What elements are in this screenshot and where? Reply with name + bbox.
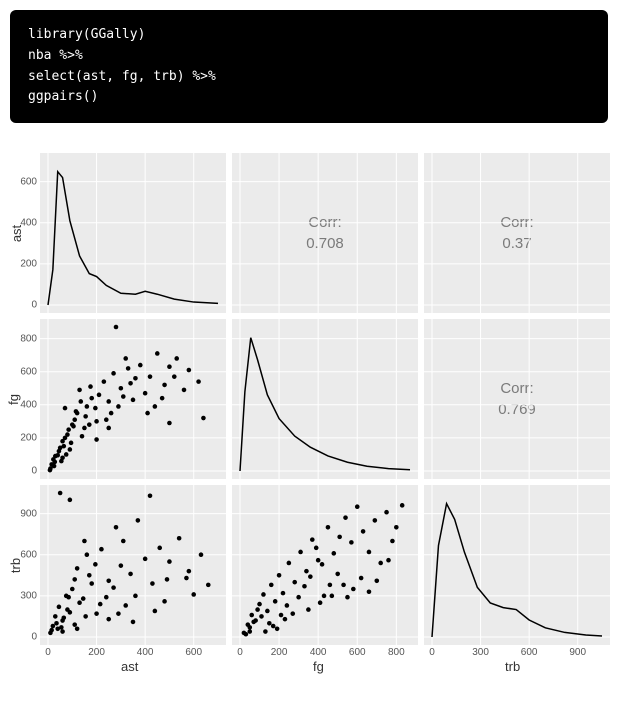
y-tick: 200 bbox=[20, 259, 40, 270]
scatter-cell-fg-vs-ast: 0200400600800 bbox=[40, 319, 226, 479]
ggpairs-plot: 0200400600Corr:0.708Corr:0.3702004006008… bbox=[40, 153, 610, 683]
x-tick: 800 bbox=[388, 645, 405, 658]
corr-label: Corr: bbox=[308, 212, 341, 233]
y-tick: 600 bbox=[20, 366, 40, 377]
y-tick: 0 bbox=[31, 300, 40, 311]
corr-value: 0.708 bbox=[306, 233, 344, 254]
code-line: library(GGally) bbox=[28, 27, 145, 42]
x-tick: 0 bbox=[429, 645, 435, 658]
corr-cell-fg-trb: Corr:0.769 bbox=[424, 319, 610, 479]
y-tick: 600 bbox=[20, 176, 40, 187]
y-tick: 600 bbox=[20, 549, 40, 560]
y-tick: 900 bbox=[20, 508, 40, 519]
corr-label: Corr: bbox=[500, 212, 533, 233]
density-cell-ast: 0200400600 bbox=[40, 153, 226, 313]
scatter-cell-trb-vs-fg: 0200400600800 bbox=[232, 485, 418, 645]
col-label-fg: fg bbox=[313, 659, 324, 674]
col-label-ast: ast bbox=[121, 659, 138, 674]
x-tick: 600 bbox=[185, 645, 202, 658]
code-line: select(ast, fg, trb) %>% bbox=[28, 69, 216, 84]
x-tick: 0 bbox=[45, 645, 51, 658]
corr-label: Corr: bbox=[500, 378, 533, 399]
x-tick: 600 bbox=[349, 645, 366, 658]
x-tick: 200 bbox=[271, 645, 288, 658]
x-tick: 400 bbox=[310, 645, 327, 658]
x-tick: 900 bbox=[569, 645, 586, 658]
row-label-fg: fg bbox=[6, 394, 21, 405]
density-cell-trb: 0300600900 bbox=[424, 485, 610, 645]
x-tick: 0 bbox=[237, 645, 243, 658]
corr-value: 0.37 bbox=[502, 233, 531, 254]
col-label-trb: trb bbox=[505, 659, 520, 674]
y-tick: 300 bbox=[20, 591, 40, 602]
code-block: library(GGally) nba %>% select(ast, fg, … bbox=[10, 10, 608, 123]
x-tick: 400 bbox=[137, 645, 154, 658]
y-tick: 0 bbox=[31, 466, 40, 477]
x-tick: 200 bbox=[88, 645, 105, 658]
row-label-ast: ast bbox=[9, 225, 24, 242]
x-tick: 600 bbox=[521, 645, 538, 658]
code-line: nba %>% bbox=[28, 48, 83, 63]
x-tick: 300 bbox=[472, 645, 489, 658]
row-label-trb: trb bbox=[8, 558, 23, 573]
y-tick: 0 bbox=[31, 632, 40, 643]
y-tick: 200 bbox=[20, 433, 40, 444]
y-tick: 800 bbox=[20, 333, 40, 344]
corr-cell-ast-fg: Corr:0.708 bbox=[232, 153, 418, 313]
y-tick: 400 bbox=[20, 399, 40, 410]
corr-value: 0.769 bbox=[498, 399, 536, 420]
scatter-cell-trb-vs-ast: 03006009000200400600 bbox=[40, 485, 226, 645]
corr-cell-ast-trb: Corr:0.37 bbox=[424, 153, 610, 313]
code-line: ggpairs() bbox=[28, 89, 98, 104]
density-cell-fg bbox=[232, 319, 418, 479]
